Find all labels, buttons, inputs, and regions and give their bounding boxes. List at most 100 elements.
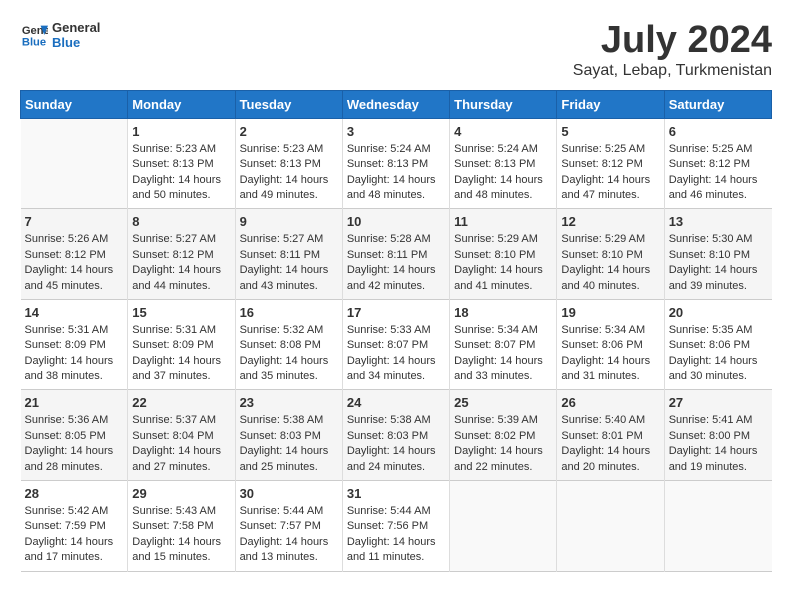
day-number: 1: [132, 124, 230, 139]
svg-text:Blue: Blue: [22, 36, 46, 48]
day-info: Sunrise: 5:29 AM Sunset: 8:10 PM Dayligh…: [561, 232, 659, 294]
day-info: Sunrise: 5:44 AM Sunset: 7:57 PM Dayligh…: [240, 504, 338, 566]
day-info: Sunrise: 5:37 AM Sunset: 8:04 PM Dayligh…: [132, 413, 230, 475]
calendar-cell: 12 Sunrise: 5:29 AM Sunset: 8:10 PM Dayli…: [557, 209, 664, 300]
day-info: Sunrise: 5:25 AM Sunset: 8:12 PM Dayligh…: [561, 142, 659, 204]
day-number: 24: [347, 395, 445, 410]
calendar-cell: 18 Sunrise: 5:34 AM Sunset: 8:07 PM Dayli…: [450, 299, 557, 390]
day-number: 19: [561, 305, 659, 320]
calendar-cell: 27 Sunrise: 5:41 AM Sunset: 8:00 PM Dayli…: [664, 390, 771, 481]
weekday-header: Sunday: [21, 90, 128, 118]
calendar-cell: 21 Sunrise: 5:36 AM Sunset: 8:05 PM Dayli…: [21, 390, 128, 481]
day-info: Sunrise: 5:38 AM Sunset: 8:03 PM Dayligh…: [347, 413, 445, 475]
day-info: Sunrise: 5:29 AM Sunset: 8:10 PM Dayligh…: [454, 232, 552, 294]
calendar-cell: 30Sunrise: 5:44 AM Sunset: 7:57 PM Dayli…: [235, 481, 342, 572]
calendar-week-row: 1 Sunrise: 5:23 AM Sunset: 8:13 PM Daylig…: [21, 118, 772, 209]
day-info: Sunrise: 5:23 AM Sunset: 8:13 PM Dayligh…: [132, 142, 230, 204]
calendar-cell: [664, 481, 771, 572]
calendar-cell: [450, 481, 557, 572]
page-header: General Blue General Blue July 2024 Saya…: [20, 20, 772, 80]
day-info: Sunrise: 5:24 AM Sunset: 8:13 PM Dayligh…: [347, 142, 445, 204]
calendar-cell: 25Sunrise: 5:39 AM Sunset: 8:02 PM Dayli…: [450, 390, 557, 481]
calendar-cell: 19Sunrise: 5:34 AM Sunset: 8:06 PM Dayli…: [557, 299, 664, 390]
calendar-cell: 14 Sunrise: 5:31 AM Sunset: 8:09 PM Dayli…: [21, 299, 128, 390]
weekday-header: Saturday: [664, 90, 771, 118]
weekday-header: Tuesday: [235, 90, 342, 118]
day-number: 11: [454, 214, 552, 229]
calendar-table: SundayMondayTuesdayWednesdayThursdayFrid…: [20, 90, 772, 572]
calendar-cell: 4Sunrise: 5:24 AM Sunset: 8:13 PM Daylig…: [450, 118, 557, 209]
calendar-cell: 3 Sunrise: 5:24 AM Sunset: 8:13 PM Daylig…: [342, 118, 449, 209]
day-number: 17: [347, 305, 445, 320]
logo-line2: Blue: [52, 35, 100, 50]
weekday-header-row: SundayMondayTuesdayWednesdayThursdayFrid…: [21, 90, 772, 118]
calendar-cell: 1 Sunrise: 5:23 AM Sunset: 8:13 PM Daylig…: [128, 118, 235, 209]
calendar-cell: 15Sunrise: 5:31 AM Sunset: 8:09 PM Dayli…: [128, 299, 235, 390]
day-info: Sunrise: 5:42 AM Sunset: 7:59 PM Dayligh…: [25, 504, 124, 566]
calendar-cell: 8Sunrise: 5:27 AM Sunset: 8:12 PM Daylig…: [128, 209, 235, 300]
day-number: 18: [454, 305, 552, 320]
calendar-cell: 26 Sunrise: 5:40 AM Sunset: 8:01 PM Dayli…: [557, 390, 664, 481]
day-info: Sunrise: 5:32 AM Sunset: 8:08 PM Dayligh…: [240, 323, 338, 385]
day-info: Sunrise: 5:25 AM Sunset: 8:12 PM Dayligh…: [669, 142, 768, 204]
day-info: Sunrise: 5:27 AM Sunset: 8:11 PM Dayligh…: [240, 232, 338, 294]
calendar-week-row: 21 Sunrise: 5:36 AM Sunset: 8:05 PM Dayli…: [21, 390, 772, 481]
day-number: 21: [25, 395, 124, 410]
day-number: 28: [25, 486, 124, 501]
day-number: 4: [454, 124, 552, 139]
subtitle: Sayat, Lebap, Turkmenistan: [573, 62, 772, 80]
day-info: Sunrise: 5:43 AM Sunset: 7:58 PM Dayligh…: [132, 504, 230, 566]
day-number: 20: [669, 305, 768, 320]
logo-line1: General: [52, 20, 100, 35]
calendar-cell: 9 Sunrise: 5:27 AM Sunset: 8:11 PM Daylig…: [235, 209, 342, 300]
day-number: 7: [25, 214, 124, 229]
day-number: 10: [347, 214, 445, 229]
day-number: 23: [240, 395, 338, 410]
calendar-cell: 28 Sunrise: 5:42 AM Sunset: 7:59 PM Dayli…: [21, 481, 128, 572]
day-number: 12: [561, 214, 659, 229]
calendar-week-row: 28 Sunrise: 5:42 AM Sunset: 7:59 PM Dayli…: [21, 481, 772, 572]
logo: General Blue General Blue: [20, 20, 100, 50]
day-number: 27: [669, 395, 768, 410]
day-info: Sunrise: 5:36 AM Sunset: 8:05 PM Dayligh…: [25, 413, 124, 475]
day-number: 6: [669, 124, 768, 139]
day-info: Sunrise: 5:41 AM Sunset: 8:00 PM Dayligh…: [669, 413, 768, 475]
day-info: Sunrise: 5:38 AM Sunset: 8:03 PM Dayligh…: [240, 413, 338, 475]
calendar-cell: 16 Sunrise: 5:32 AM Sunset: 8:08 PM Dayli…: [235, 299, 342, 390]
calendar-cell: 11 Sunrise: 5:29 AM Sunset: 8:10 PM Dayli…: [450, 209, 557, 300]
calendar-cell: 7 Sunrise: 5:26 AM Sunset: 8:12 PM Daylig…: [21, 209, 128, 300]
day-number: 3: [347, 124, 445, 139]
day-number: 8: [132, 214, 230, 229]
day-number: 2: [240, 124, 338, 139]
calendar-cell: 24 Sunrise: 5:38 AM Sunset: 8:03 PM Dayli…: [342, 390, 449, 481]
calendar-cell: 13Sunrise: 5:30 AM Sunset: 8:10 PM Dayli…: [664, 209, 771, 300]
main-title: July 2024: [573, 20, 772, 62]
day-info: Sunrise: 5:44 AM Sunset: 7:56 PM Dayligh…: [347, 504, 445, 566]
calendar-cell: 23 Sunrise: 5:38 AM Sunset: 8:03 PM Dayli…: [235, 390, 342, 481]
day-info: Sunrise: 5:26 AM Sunset: 8:12 PM Dayligh…: [25, 232, 124, 294]
weekday-header: Friday: [557, 90, 664, 118]
day-info: Sunrise: 5:40 AM Sunset: 8:01 PM Dayligh…: [561, 413, 659, 475]
day-number: 16: [240, 305, 338, 320]
calendar-cell: 2 Sunrise: 5:23 AM Sunset: 8:13 PM Daylig…: [235, 118, 342, 209]
day-number: 26: [561, 395, 659, 410]
calendar-cell: 17Sunrise: 5:33 AM Sunset: 8:07 PM Dayli…: [342, 299, 449, 390]
calendar-cell: 29Sunrise: 5:43 AM Sunset: 7:58 PM Dayli…: [128, 481, 235, 572]
day-info: Sunrise: 5:23 AM Sunset: 8:13 PM Dayligh…: [240, 142, 338, 204]
calendar-cell: [21, 118, 128, 209]
calendar-cell: 22 Sunrise: 5:37 AM Sunset: 8:04 PM Dayli…: [128, 390, 235, 481]
calendar-week-row: 14 Sunrise: 5:31 AM Sunset: 8:09 PM Dayli…: [21, 299, 772, 390]
title-block: July 2024 Sayat, Lebap, Turkmenistan: [573, 20, 772, 80]
calendar-cell: 5Sunrise: 5:25 AM Sunset: 8:12 PM Daylig…: [557, 118, 664, 209]
day-number: 22: [132, 395, 230, 410]
day-number: 15: [132, 305, 230, 320]
calendar-cell: 31 Sunrise: 5:44 AM Sunset: 7:56 PM Dayli…: [342, 481, 449, 572]
day-info: Sunrise: 5:31 AM Sunset: 8:09 PM Dayligh…: [25, 323, 124, 385]
day-info: Sunrise: 5:28 AM Sunset: 8:11 PM Dayligh…: [347, 232, 445, 294]
day-number: 9: [240, 214, 338, 229]
day-info: Sunrise: 5:34 AM Sunset: 8:07 PM Dayligh…: [454, 323, 552, 385]
calendar-cell: 20Sunrise: 5:35 AM Sunset: 8:06 PM Dayli…: [664, 299, 771, 390]
weekday-header: Wednesday: [342, 90, 449, 118]
day-number: 31: [347, 486, 445, 501]
day-number: 14: [25, 305, 124, 320]
